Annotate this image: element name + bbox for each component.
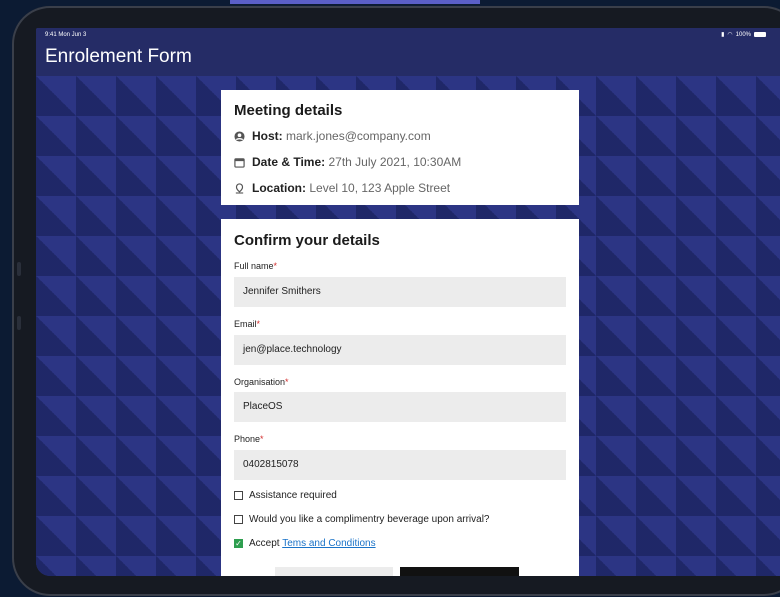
user-icon [234, 130, 245, 142]
location-pin-icon [235, 182, 244, 194]
host-row: Host: mark.jones@company.com [234, 129, 431, 143]
terms-checkbox[interactable]: ✓ [234, 539, 243, 548]
signal-icon: ▮ [721, 32, 725, 38]
accept-label: Accept [249, 538, 280, 549]
screen: 9:41 Mon Jun 3 ▮ ◠ 100% Enrolement Form … [36, 28, 780, 576]
secondary-button[interactable] [275, 567, 393, 576]
fullname-input[interactable]: Jennifer Smithers [234, 277, 566, 307]
phone-input[interactable]: 0402815078 [234, 450, 566, 480]
datetime-row: Date & Time: 27th July 2021, 10:30AM [234, 155, 461, 169]
beverage-checkbox[interactable] [234, 515, 243, 524]
battery-icon [754, 32, 766, 37]
top-accent-bar [230, 0, 480, 4]
side-button [17, 262, 21, 276]
fullname-label: Full name* [234, 261, 278, 271]
status-time: 9:41 Mon Jun 3 [45, 32, 87, 38]
primary-button[interactable] [400, 567, 519, 576]
assistance-checkbox[interactable] [234, 491, 243, 500]
location-row: Location: Level 10, 123 Apple Street [234, 181, 450, 195]
datetime-value: 27th July 2021, 10:30AM [328, 155, 462, 169]
app-header: 9:41 Mon Jun 3 ▮ ◠ 100% Enrolement Form [36, 28, 780, 76]
location-value: Level 10, 123 Apple Street [309, 181, 451, 195]
email-label: Email* [234, 319, 261, 329]
phone-label: Phone* [234, 434, 264, 444]
location-label: Location: [252, 181, 306, 195]
meeting-details-title: Meeting details [234, 102, 343, 119]
organisation-label: Organisation* [234, 377, 289, 387]
terms-checkbox-row[interactable]: ✓ Accept Tems and Conditions [234, 538, 376, 549]
datetime-label: Date & Time: [252, 155, 326, 169]
host-label: Host: [252, 129, 283, 143]
confirm-details-card: Confirm your details Full name* Jennifer… [221, 219, 579, 576]
meeting-details-card: Meeting details Host: mark.jones@company… [221, 90, 579, 205]
status-indicators: ▮ ◠ 100% [721, 31, 766, 38]
host-value: mark.jones@company.com [286, 129, 431, 143]
assistance-checkbox-row[interactable]: Assistance required [234, 490, 337, 501]
email-input[interactable]: jen@place.technology [234, 335, 566, 365]
beverage-checkbox-row[interactable]: Would you like a complimentry beverage u… [234, 514, 490, 525]
side-button [17, 316, 21, 330]
beverage-label: Would you like a complimentry beverage u… [249, 514, 490, 525]
page-title: Enrolement Form [45, 46, 192, 67]
wifi-icon: ◠ [727, 32, 733, 38]
confirm-details-title: Confirm your details [234, 232, 380, 249]
terms-link[interactable]: Tems and Conditions [282, 538, 375, 549]
battery-percent: 100% [735, 31, 751, 38]
calendar-icon [234, 157, 245, 168]
assistance-label: Assistance required [249, 490, 337, 501]
organisation-input[interactable]: PlaceOS [234, 392, 566, 422]
